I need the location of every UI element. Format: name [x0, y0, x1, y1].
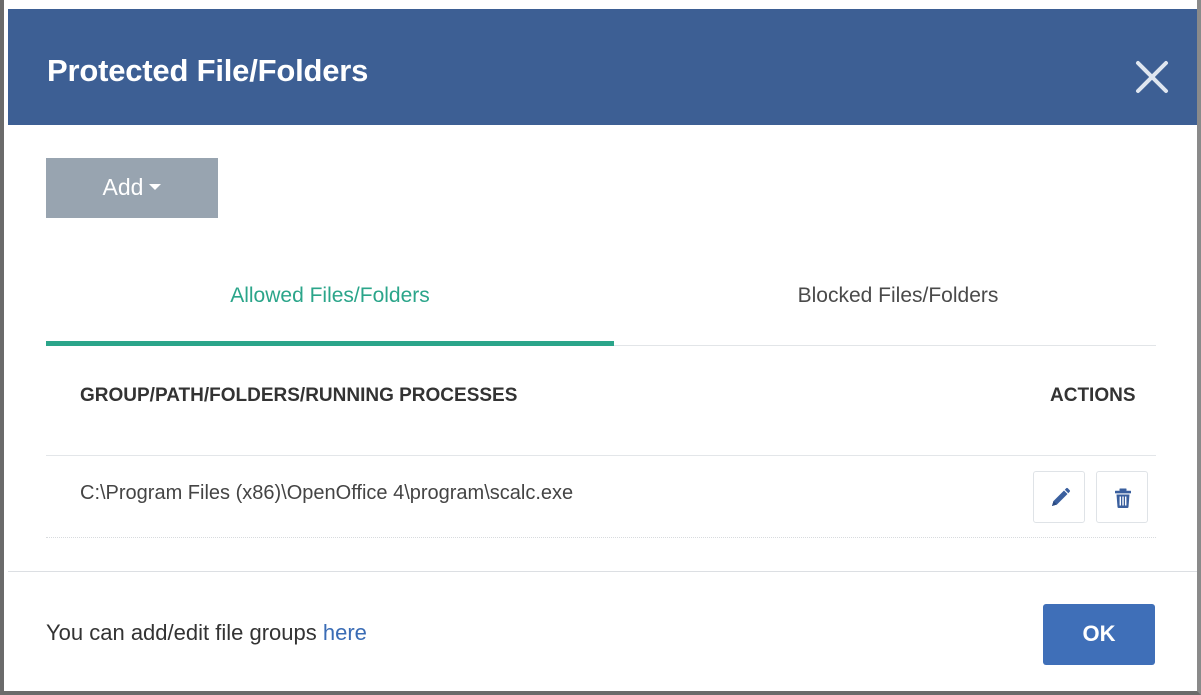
- tab-allowed-label: Allowed Files/Folders: [230, 284, 430, 307]
- close-icon: [1136, 61, 1168, 93]
- footer-hint: You can add/edit file groups here: [46, 620, 367, 646]
- file-groups-link[interactable]: here: [323, 620, 367, 645]
- trash-icon: [1115, 488, 1131, 508]
- close-button[interactable]: [1128, 53, 1176, 101]
- column-header-path: GROUP/PATH/FOLDERS/RUNNING PROCESSES: [80, 385, 518, 406]
- dialog-header: Protected File/Folders: [8, 9, 1197, 125]
- dialog-title: Protected File/Folders: [47, 53, 369, 88]
- ok-button[interactable]: OK: [1043, 604, 1155, 665]
- tab-allowed-files[interactable]: Allowed Files/Folders: [46, 252, 614, 345]
- add-button[interactable]: Add: [46, 158, 218, 218]
- footer-divider: [8, 571, 1197, 572]
- caret-down-icon: [149, 183, 162, 190]
- column-header-actions: ACTIONS: [1050, 385, 1136, 406]
- pencil-icon: [1052, 487, 1071, 506]
- tab-blocked-label: Blocked Files/Folders: [797, 284, 999, 307]
- active-tab-indicator: [46, 341, 614, 346]
- row-path-cell: C:\Program Files (x86)\OpenOffice 4\prog…: [80, 482, 574, 504]
- table-divider: [46, 455, 1156, 456]
- edit-button[interactable]: [1033, 471, 1085, 523]
- row-divider: [46, 537, 1156, 538]
- footer-hint-text: You can add/edit file groups: [46, 620, 323, 645]
- protected-files-dialog: Protected File/Folders Add Allowed Files…: [0, 0, 1201, 695]
- add-button-label: Add: [102, 174, 144, 200]
- ok-button-label: OK: [1082, 621, 1116, 646]
- tab-blocked-files[interactable]: Blocked Files/Folders: [614, 252, 1182, 345]
- tab-bar: Allowed Files/Folders Blocked Files/Fold…: [46, 252, 1156, 346]
- delete-button[interactable]: [1096, 471, 1148, 523]
